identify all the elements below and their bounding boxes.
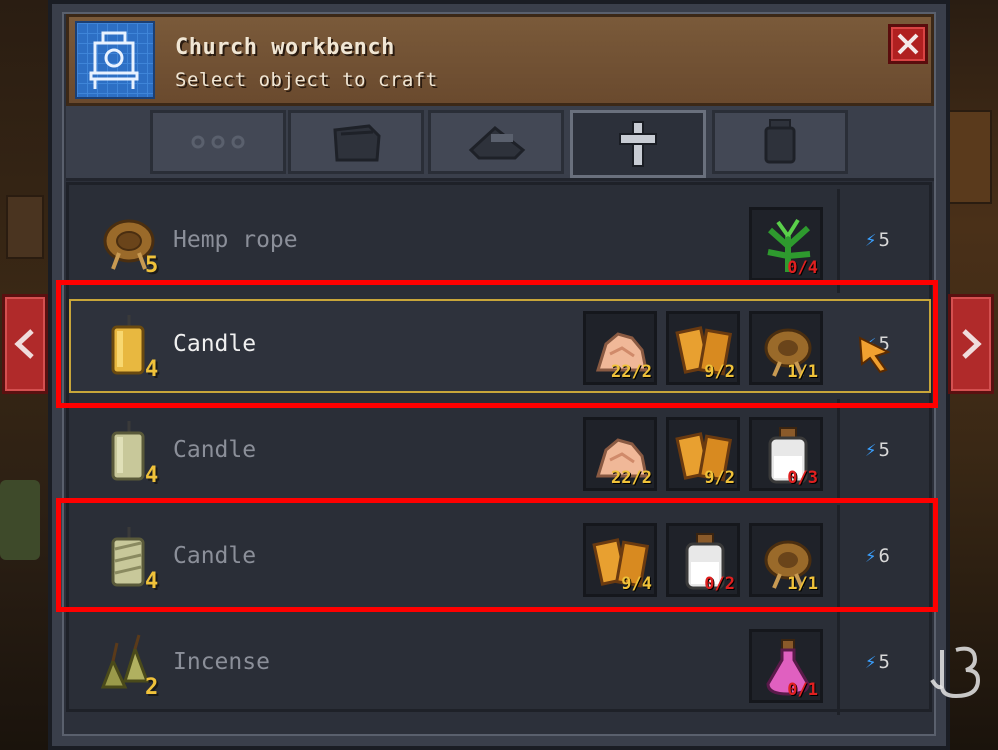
energy-bolt-icon: ⚡ [865, 651, 877, 673]
bag-icon [333, 124, 381, 162]
ingredient-count: 1/1 [787, 362, 818, 382]
recipe-row[interactable]: 4 Candle 22/2 9/2 0/3 ⚡ 5 [69, 399, 929, 503]
recipe-row-selected[interactable]: 4 Candle 22/2 9/2 1/1 ⚡5 [69, 293, 931, 397]
ingredient-slot[interactable]: 22/2 [583, 417, 657, 491]
panel-title: Church workbench [175, 35, 395, 60]
ingredient-count: 0/4 [787, 258, 818, 278]
recipe-name: Candle [173, 331, 257, 357]
energy-value: 6 [878, 545, 890, 567]
tab-anvil[interactable] [428, 110, 564, 174]
recipe-output-qty: 4 [145, 569, 159, 594]
ingredient-count: 22/2 [611, 468, 652, 488]
scene-shelf [6, 195, 44, 259]
close-button[interactable] [888, 24, 928, 64]
ingredient-count: 0/3 [787, 468, 818, 488]
ingredient-slot[interactable]: 0/1 [749, 629, 823, 703]
row-divider [837, 505, 840, 609]
more-dots-icon [191, 135, 245, 149]
energy-cost: ⚡5 [865, 229, 890, 251]
jar-icon [764, 119, 796, 164]
energy-cost: ⚡ 6 [865, 545, 890, 567]
recipe-output-qty: 4 [145, 357, 159, 382]
tab-church[interactable] [570, 110, 706, 178]
chevron-left-icon [14, 329, 34, 359]
recipe-list: 5 Hemp rope 0/4 ⚡ 5 4 Candle 22/2 9/2 1/… [66, 182, 932, 715]
scene-door [948, 110, 992, 204]
ingredient-slot[interactable]: 0/4 [749, 207, 823, 281]
row-divider [837, 189, 840, 293]
ingredient-count: 0/1 [787, 680, 818, 700]
energy-bolt-icon: ⚡ [865, 545, 877, 567]
energy-cost: ⚡5 [865, 439, 890, 461]
energy-bolt-icon: ⚡ [865, 439, 877, 461]
church-cross-icon [619, 121, 657, 167]
ingredient-count: 22/2 [611, 362, 652, 382]
anvil-icon [468, 126, 526, 160]
workbench-blueprint-icon [75, 21, 155, 99]
panel-subtitle: Select object to craft [175, 69, 438, 91]
recipe-name: Incense [173, 649, 270, 675]
recipe-row[interactable]: 5 Hemp rope 0/4 ⚡ 5 [69, 189, 929, 293]
panel-header: Church workbench Select object to craft [66, 14, 934, 106]
ingredient-slot[interactable]: 9/2 [666, 311, 740, 385]
recipe-row[interactable]: 2 Incense 0/1 ⚡ 5 [69, 611, 929, 715]
chevron-right-icon [962, 329, 982, 359]
category-tabs [66, 106, 934, 181]
ingredient-slot[interactable]: 0/3 [749, 417, 823, 491]
ingredient-count: 0/2 [704, 574, 735, 594]
row-divider [837, 611, 840, 715]
recipe-output-qty: 5 [145, 253, 159, 278]
ingredient-slot[interactable]: 1/1 [749, 311, 823, 385]
energy-cost: ⚡5 [865, 651, 890, 673]
energy-value: 5 [878, 439, 890, 461]
tab-bag[interactable] [288, 110, 424, 174]
scene-table [0, 480, 40, 560]
energy-bolt-icon: ⚡ [865, 229, 877, 251]
watermark-logo [930, 646, 981, 699]
ingredient-count: 1/1 [787, 574, 818, 594]
ingredient-count: 9/2 [704, 468, 735, 488]
ingredient-slot[interactable]: 22/2 [583, 311, 657, 385]
ingredient-slot[interactable]: 0/2 [666, 523, 740, 597]
pointer-cursor-icon [858, 336, 891, 374]
prev-page-button[interactable] [2, 294, 48, 394]
recipe-row[interactable]: 4 Candle 9/4 0/2 1/1 ⚡ 6 [69, 505, 929, 609]
energy-value: 5 [878, 651, 890, 673]
ingredient-count: 9/4 [621, 574, 652, 594]
row-divider [837, 399, 840, 503]
tab-jar[interactable] [712, 110, 848, 174]
recipe-name: Candle [173, 437, 257, 463]
ingredient-slot[interactable]: 9/4 [583, 523, 657, 597]
recipe-name: Hemp rope [173, 227, 298, 253]
tab-more[interactable] [150, 110, 286, 174]
ingredient-count: 9/2 [704, 362, 735, 382]
next-page-button[interactable] [948, 294, 994, 394]
energy-value: 5 [878, 229, 890, 251]
recipe-name: Candle [173, 543, 257, 569]
close-icon [897, 33, 919, 55]
recipe-output-qty: 4 [145, 463, 159, 488]
recipe-output-qty: 2 [145, 675, 159, 700]
ingredient-slot[interactable]: 1/1 [749, 523, 823, 597]
ingredient-slot[interactable]: 9/2 [666, 417, 740, 491]
